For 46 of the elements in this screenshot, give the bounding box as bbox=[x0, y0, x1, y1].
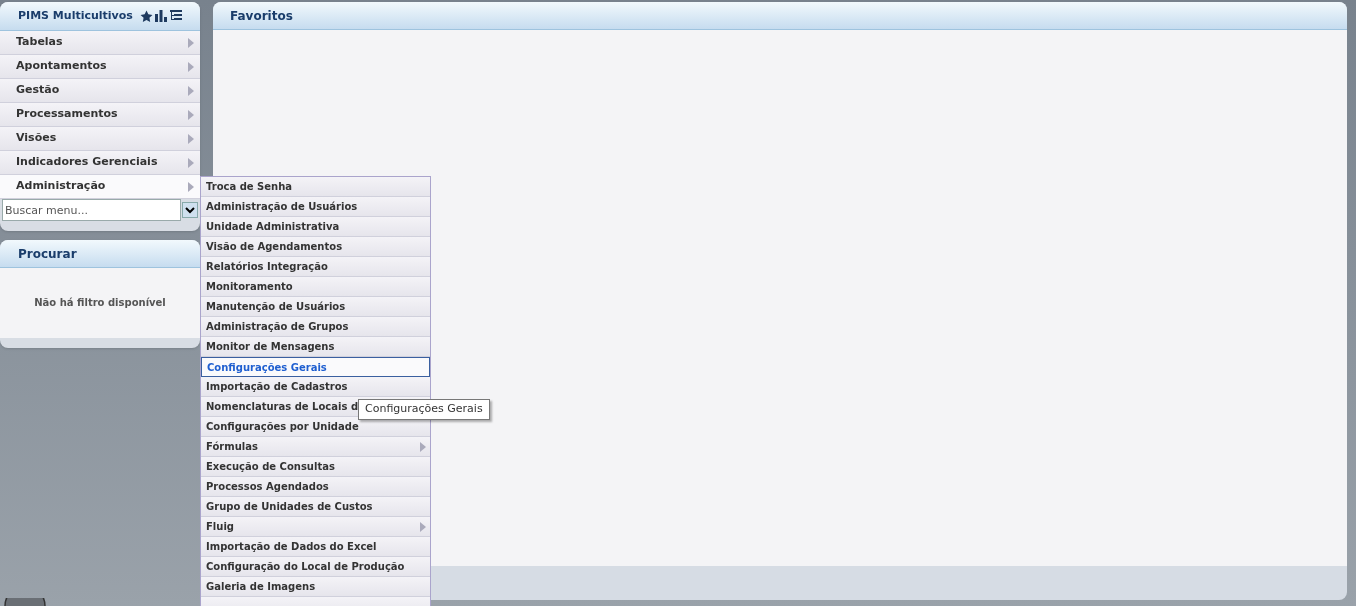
submenu-item[interactable]: Importação de Cadastros bbox=[201, 377, 430, 397]
submenu-item[interactable]: Manutenção de Usuários bbox=[201, 297, 430, 317]
caret-icon bbox=[188, 181, 194, 192]
menu-item[interactable]: Gestão bbox=[0, 79, 200, 103]
panel-title: Favoritos bbox=[230, 7, 293, 25]
search-field[interactable]: Buscar menu... bbox=[2, 199, 181, 221]
tree-list-icon[interactable] bbox=[170, 10, 182, 22]
empty-message: Não há filtro disponível bbox=[34, 296, 166, 310]
caret-icon bbox=[188, 61, 194, 72]
tooltip: Configurações Gerais bbox=[358, 399, 490, 420]
submenu-item[interactable]: Administração de Grupos bbox=[201, 317, 430, 337]
submenu-item[interactable]: Importação de Dados do Excel bbox=[201, 537, 430, 557]
caret-icon bbox=[420, 441, 426, 452]
dropdown-icon[interactable] bbox=[182, 202, 198, 218]
submenu-item[interactable]: Galeria de Imagens bbox=[201, 577, 430, 597]
submenu-item[interactable]: Monitoramento bbox=[201, 277, 430, 297]
panel-title: Procurar bbox=[18, 245, 77, 263]
submenu-item[interactable]: Administração de Usuários bbox=[201, 197, 430, 217]
bar-chart-icon[interactable] bbox=[155, 10, 167, 22]
caret-icon bbox=[188, 109, 194, 120]
submenu-item[interactable]: Processos Agendados bbox=[201, 477, 430, 497]
caret-icon bbox=[188, 133, 194, 144]
menu-item[interactable]: Apontamentos bbox=[0, 55, 200, 79]
submenu-item[interactable]: Fluig bbox=[201, 517, 430, 537]
submenu-item[interactable]: Grupo de Unidades de Custos bbox=[201, 497, 430, 517]
submenu-item[interactable]: Execução de Consultas bbox=[201, 457, 430, 477]
menu-item[interactable]: Tabelas bbox=[0, 31, 200, 55]
star-icon[interactable] bbox=[140, 9, 153, 23]
submenu-item[interactable]: Relatórios Integração bbox=[201, 257, 430, 277]
caret-icon bbox=[188, 37, 194, 48]
menu-item[interactable]: Visões bbox=[0, 127, 200, 151]
submenu-item[interactable]: Unidade Administrativa bbox=[201, 217, 430, 237]
caret-icon bbox=[188, 85, 194, 96]
menu-item[interactable]: Indicadores Gerenciais bbox=[0, 151, 200, 175]
menu-item[interactable]: Processamentos bbox=[0, 103, 200, 127]
submenu-item[interactable]: Visão de Agendamentos bbox=[201, 237, 430, 257]
submenu-item[interactable]: Fórmulas bbox=[201, 437, 430, 457]
caret-icon bbox=[420, 521, 426, 532]
submenu-item[interactable]: Configurações por Unidade bbox=[201, 417, 430, 437]
submenu-item[interactable]: Configuração do Local de Produção bbox=[201, 557, 430, 577]
panel-title: PIMS Multicultivos bbox=[18, 7, 134, 24]
submenu-item[interactable]: Troca de Senha bbox=[201, 177, 430, 197]
menu-item[interactable]: Administração bbox=[0, 175, 200, 199]
submenu-item[interactable]: Configurações Gerais bbox=[201, 357, 430, 377]
caret-icon bbox=[188, 157, 194, 168]
submenu-item[interactable]: Monitor de Mensagens bbox=[201, 337, 430, 357]
